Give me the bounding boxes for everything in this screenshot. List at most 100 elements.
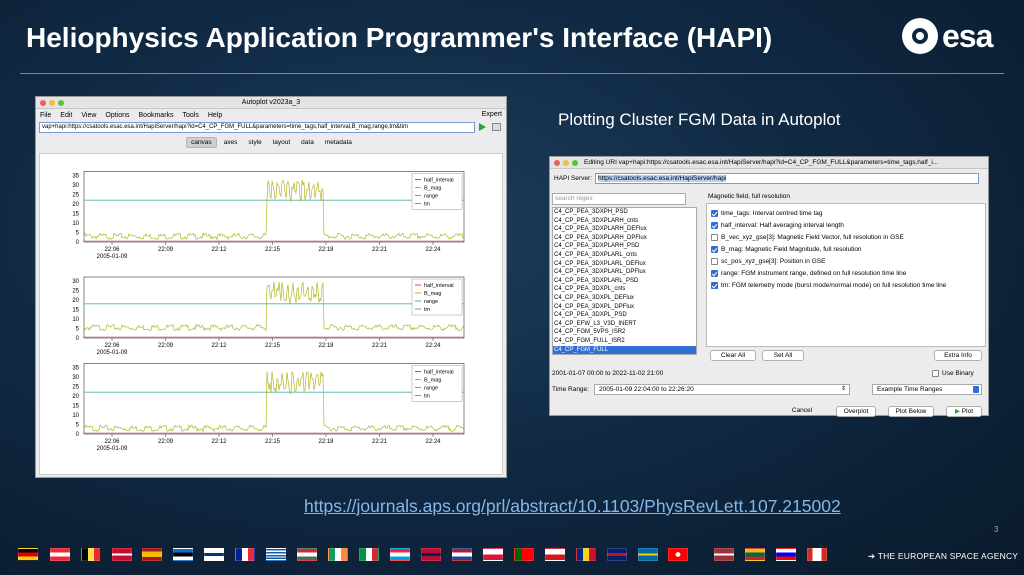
set-all-button[interactable]: Set All xyxy=(762,350,804,361)
parameter-row[interactable]: sc_pos_xyz_gse[3]: Position in GSE xyxy=(711,256,825,266)
menu-options[interactable]: Options xyxy=(105,112,129,119)
dataset-list-item[interactable]: C4_CP_PEA_3DXPLARL_PSD xyxy=(553,277,696,286)
menu-bookmarks[interactable]: Bookmarks xyxy=(139,112,174,119)
data-url-input[interactable]: vap+hapi:https://csatools.esac.esa.int/H… xyxy=(39,122,475,133)
tab-axes[interactable]: axes xyxy=(220,138,242,147)
parameter-checkbox[interactable] xyxy=(711,269,718,277)
journal-link[interactable]: https://journals.aps.org/prl/abstract/10… xyxy=(304,496,841,517)
dataset-list-item[interactable]: C4_CP_PEA_3DXPLARL_DPFlux xyxy=(553,268,696,277)
dataset-list-item[interactable]: C4_CP_PEA_3DXPLARL_cnts xyxy=(553,251,696,260)
parameter-row[interactable]: range: FGM instrument range, defined on … xyxy=(711,268,906,278)
dataset-list-item[interactable]: C4_CP_PEA_3DXPL_DPFlux xyxy=(553,303,696,312)
y-tick-label: 30 xyxy=(72,375,79,381)
dataset-list-item[interactable]: C4_CP_FGM_FULL_ISR2 xyxy=(553,337,696,346)
plot-below-button[interactable]: Plot Below xyxy=(888,406,934,417)
flag-nl-icon xyxy=(452,548,472,561)
use-binary-label: Use Binary xyxy=(942,370,974,377)
dataset-list-item[interactable]: C4_CP_PEA_3DXPL_PSD xyxy=(553,311,696,320)
legend-label: B_mag xyxy=(424,186,441,192)
use-binary-option[interactable]: Use Binary xyxy=(932,370,974,377)
tab-canvas[interactable]: canvas xyxy=(186,136,217,148)
use-binary-checkbox[interactable] xyxy=(932,370,939,377)
parameter-row[interactable]: tm: FGM telemetry mode (burst mode/norma… xyxy=(711,280,946,290)
cancel-button[interactable]: Cancel xyxy=(786,406,818,417)
legend-label: half_interval xyxy=(424,178,454,184)
plot-canvas-svg: 35302520151050half_intervalB_magrangetm2… xyxy=(72,171,465,452)
parameter-checkbox[interactable] xyxy=(711,281,718,289)
page-number: 3 xyxy=(994,525,999,534)
y-tick-label: 25 xyxy=(72,193,79,199)
plot-button[interactable]: ▶ Plot xyxy=(946,406,982,417)
close-dialog-icon[interactable] xyxy=(554,160,560,166)
y-tick-label: 20 xyxy=(72,202,79,208)
dataset-list-item[interactable]: C4_CP_PEA_3DXPL_cnts xyxy=(553,285,696,294)
dataset-list-item[interactable]: C4_CP_FGM_FULL xyxy=(553,345,696,354)
date-label: 2005-01-09 xyxy=(97,446,128,452)
autoplot-window: Autoplot v2023a_3 File Edit View Options… xyxy=(35,96,507,478)
dataset-list-item[interactable]: C4_CP_PEA_3DXPLARH_cnts xyxy=(553,217,696,226)
date-label: 2005-01-09 xyxy=(97,350,128,356)
legend-label: B_mag xyxy=(424,291,441,297)
example-time-ranges-select[interactable]: Example Time Ranges xyxy=(872,384,982,395)
y-tick-label: 5 xyxy=(76,327,80,333)
extra-info-button[interactable]: Extra Info xyxy=(934,350,982,361)
dropdown-icon xyxy=(973,386,979,393)
x-tick-label: 22:18 xyxy=(318,439,334,445)
parameter-label: sc_pos_xyz_gse[3]: Position in GSE xyxy=(721,257,826,265)
browse-folder-icon[interactable] xyxy=(492,123,501,131)
minimize-dialog-icon[interactable] xyxy=(563,160,569,166)
dataset-list-item[interactable]: C4_CP_PEA_3DXPLARL_DEFlux xyxy=(553,260,696,269)
dataset-list[interactable]: C4_CP_PEA_3DXPH_PSD C4_CP_PEA_3DXPLARH_cn… xyxy=(552,207,697,355)
parameter-row[interactable]: time_tags: Interval centred time tag xyxy=(711,208,823,218)
tab-metadata[interactable]: metadata xyxy=(321,138,356,147)
flag-gb-icon xyxy=(607,548,627,561)
hapi-server-input[interactable]: https://csatools.esac.esa.int/HapiServer… xyxy=(595,173,979,184)
dataset-list-item[interactable]: C4_CP_PEA_3DXPLARH_PSD xyxy=(553,242,696,251)
dataset-list-item[interactable]: C4_CP_PEA_3DXPH_PSD xyxy=(553,208,696,217)
parameter-row[interactable]: half_interval: Half averaging interval l… xyxy=(711,220,844,230)
flag-se-icon xyxy=(638,548,658,561)
dataset-list-item[interactable]: C4_CP_PEA_3DXPL_DEFlux xyxy=(553,294,696,303)
plot-canvas[interactable]: 35 30 25 20 15 10 5 0 half_interval B_mag range tm 2… xyxy=(39,153,503,475)
tab-data[interactable]: data xyxy=(297,138,318,147)
y-tick-label: 30 xyxy=(72,279,79,285)
parameter-checkbox[interactable] xyxy=(711,209,718,217)
x-tick-label: 22:21 xyxy=(372,343,388,349)
go-play-icon[interactable] xyxy=(479,123,486,131)
tab-style[interactable]: style xyxy=(244,138,265,147)
menu-edit[interactable]: Edit xyxy=(60,112,72,119)
menu-help[interactable]: Help xyxy=(208,112,222,119)
y-tick-label: 35 xyxy=(72,366,79,372)
parameter-checkbox[interactable] xyxy=(711,221,718,229)
b-mag-series-line xyxy=(83,370,465,433)
parameter-checkbox[interactable] xyxy=(711,257,718,265)
maximize-dialog-icon[interactable] xyxy=(572,160,578,166)
flag-fr-icon xyxy=(235,548,255,561)
dataset-search-input[interactable]: search regex xyxy=(552,193,686,205)
url-row: vap+hapi:https://csatools.esac.esa.int/H… xyxy=(36,121,506,135)
esa-logo: esa xyxy=(902,18,1006,58)
time-range-input[interactable]: 2005-01-09 22:04:00 to 22:26:20 ⇕ xyxy=(594,384,850,395)
menu-view[interactable]: View xyxy=(81,112,96,119)
dataset-list-item[interactable]: C4_CP_PEA_3DXPLARH_DEFlux xyxy=(553,225,696,234)
x-tick-label: 22:24 xyxy=(425,247,441,253)
time-range-spinner-icon[interactable]: ⇕ xyxy=(841,385,846,394)
dataset-list-item[interactable]: C4_CP_EFW_L3_V3D_INERT xyxy=(553,320,696,329)
legend-label: half_interval xyxy=(424,283,454,289)
flag-si-icon xyxy=(776,548,796,561)
y-tick-label: 30 xyxy=(72,183,79,189)
parameter-row[interactable]: B_mag: Magnetic Field Magnitude, full re… xyxy=(711,244,862,254)
dataset-list-item[interactable]: C4_CP_PEA_3DXPLARH_DPFlux xyxy=(553,234,696,243)
parameter-row[interactable]: B_vec_xyz_gse[3]: Magnetic Field Vector,… xyxy=(711,232,904,242)
parameter-checkbox[interactable] xyxy=(711,245,718,253)
tab-layout[interactable]: layout xyxy=(269,138,294,147)
parameter-checkbox[interactable] xyxy=(711,233,718,241)
expert-menu[interactable]: Expert xyxy=(482,111,502,118)
menu-file[interactable]: File xyxy=(40,112,51,119)
y-tick-label: 20 xyxy=(72,298,79,304)
menu-tools[interactable]: Tools xyxy=(183,112,199,119)
clear-all-button[interactable]: Clear All xyxy=(710,350,756,361)
x-tick-label: 22:21 xyxy=(372,439,388,445)
overplot-button[interactable]: Overplot xyxy=(836,406,876,417)
dataset-list-item[interactable]: C4_CP_FGM_5VPS_ISR2 xyxy=(553,328,696,337)
